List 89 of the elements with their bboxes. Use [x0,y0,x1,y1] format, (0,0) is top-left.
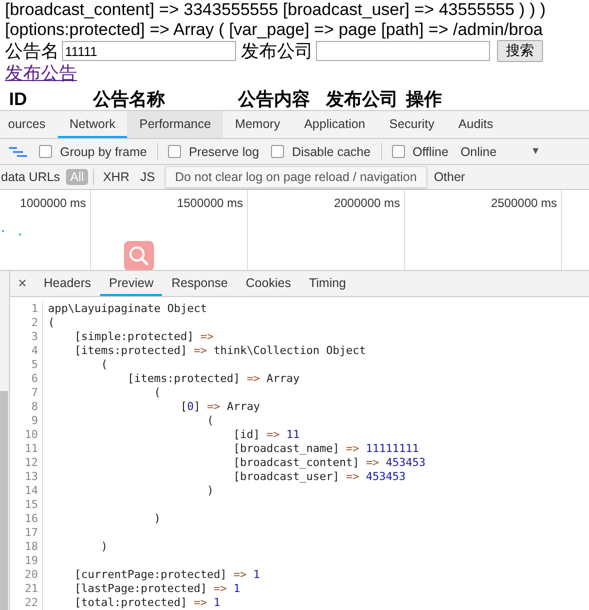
code-line: [broadcast_name] => 11111111 [232,442,419,456]
code-line: [simple:protected] => [73,330,214,344]
filter-button[interactable]: JS [136,169,159,185]
waterfall-icon[interactable] [9,146,27,158]
devtools-tab[interactable]: ources [0,111,58,138]
field-label: 公告名 [5,40,59,63]
devtools-tab[interactable]: Security [377,111,446,138]
code-line: [currentPage:protected] => 1 [73,568,260,582]
filter-button[interactable]: XHR [98,169,134,185]
column-header: 发布公司 [326,89,398,109]
code-line: ) [152,512,161,526]
detail-tab[interactable]: Response [162,271,237,296]
line-number: 10 [10,428,43,442]
time-tick-label: 1500000 ms [176,196,243,210]
line-number: 22 [10,596,43,610]
publish-link[interactable]: 发布公告 [5,62,77,84]
code-line: ( [206,414,214,428]
detail-tab[interactable]: Cookies [236,271,300,296]
code-line: [broadcast_content] => 453453 [232,456,426,470]
field-label: 发布公司 [241,40,313,63]
close-button[interactable]: × [10,271,35,296]
line-number: 7 [10,386,43,400]
code-line: [0] => Array [179,400,260,414]
line-number: 9 [10,414,43,428]
checkbox[interactable] [271,145,284,158]
line-number: 14 [10,484,43,498]
scrollbar-thumb[interactable] [0,391,8,610]
devtools-tab[interactable]: Memory [222,111,292,138]
detail-tab[interactable]: Preview [100,271,162,296]
debug-output-line: [broadcast_content] => 3343555555 [broadcast_user] => 43555555 ) ) ) [5,0,546,20]
line-number: 21 [10,582,43,596]
devtools-tab[interactable]: Audits [446,111,506,138]
timeline-dots-drawing [2,230,22,236]
checkbox-label: Preserve log [188,144,260,158]
column-header: 公告名称 [93,89,165,109]
checkbox[interactable] [39,145,52,158]
code-line: [items:protected] => think\Collection Object [73,344,366,358]
time-tick-label: 1000000 ms [20,196,86,210]
code-line: ( [100,358,108,372]
checkbox-label: Group by frame [60,144,147,158]
filter-label: data URLs [0,170,60,184]
time-tick-label: 2000000 ms [334,196,400,210]
code-line: ) [206,484,214,498]
detail-tab[interactable]: Timing [300,271,355,296]
checkbox-label: Disable cache [292,144,371,158]
line-number: 16 [10,512,43,526]
tooltip: Do not clear log on page reload / navigation [164,166,427,188]
line-number: 13 [10,470,43,484]
column-header: 操作 [406,89,442,109]
input-field[interactable]: 11111 [62,41,236,61]
line-number: 20 [10,568,43,582]
column-header: 公告内容 [238,89,310,109]
input-field[interactable] [316,41,490,61]
checkbox[interactable] [392,145,405,158]
line-number: 12 [10,456,43,470]
code-line: ( [48,316,55,330]
search-button[interactable]: 搜索 [497,40,543,62]
detail-tab[interactable]: Headers [34,271,100,296]
line-number: 6 [10,372,43,386]
column-header: ID [9,89,27,109]
devtools-tab[interactable]: Application [292,111,378,138]
line-number: 3 [10,330,43,344]
search-icon[interactable] [124,241,154,270]
code-line: ( [152,386,161,400]
throttling-select[interactable]: Online ▼ [454,144,546,158]
caret-icon: ▼ [530,146,540,157]
line-number: 5 [10,358,43,372]
code-line: app\Layuipaginate Object [48,302,207,316]
line-number: 2 [10,316,43,330]
code-line: ) [100,540,108,554]
line-number: 15 [10,498,43,512]
time-tick-label: 2500000 ms [490,196,557,210]
line-number: 17 [10,526,43,540]
code-line: [id] => 11 [232,428,300,442]
line-number: 4 [10,344,43,358]
code-line: [lastPage:protected] => 1 [73,582,240,596]
devtools-tab[interactable]: Performance [127,111,223,138]
debug-output-line: [options:protected] => Array ( [var_page] => page [path] => /admin/broa [5,20,543,40]
line-number: 1 [10,302,43,316]
line-number: 8 [10,400,43,414]
checkbox[interactable] [168,145,181,158]
line-number: 11 [10,442,43,456]
code-line: [items:protected] => Array [126,372,300,386]
code-line: [broadcast_user] => 453453 [232,470,406,484]
line-number: 18 [10,540,43,554]
checkbox-label: Offline [412,144,448,158]
code-line: [total:protected] => 1 [73,596,220,610]
filter-button[interactable]: Other [430,169,470,185]
line-number: 19 [10,554,43,568]
